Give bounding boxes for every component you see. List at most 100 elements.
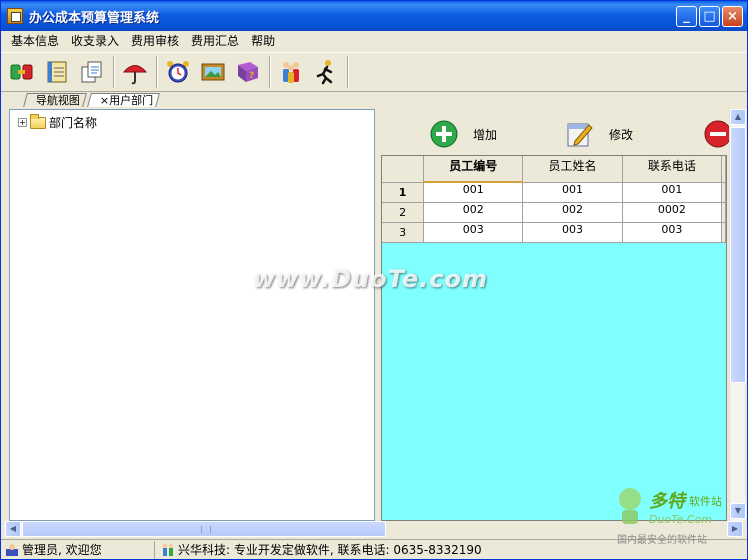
cell-employee-name[interactable]: 001 xyxy=(522,182,623,203)
company-users-icon xyxy=(163,543,173,556)
menu-basic-info[interactable]: 基本信息 xyxy=(5,31,65,51)
column-header-next xyxy=(721,156,726,183)
header-row: 员工编号 员工姓名 联系电话 xyxy=(382,156,726,183)
toolbar-picture-button[interactable] xyxy=(196,55,230,89)
row-number[interactable]: 2 xyxy=(382,202,425,223)
status-user-text: 管理员, 欢迎您 xyxy=(22,543,102,557)
column-header-employee-name[interactable]: 员工姓名 xyxy=(522,156,623,183)
cell-edge xyxy=(721,222,726,243)
toolbar-separator xyxy=(156,56,158,88)
status-company-section: 兴华科技: 专业开发定做软件, 联系电话: 0635-8332190 xyxy=(157,541,486,559)
window-title: 办公成本预算管理系统 xyxy=(29,10,160,26)
toolbar-umbrella-button[interactable] xyxy=(118,55,152,89)
title-bar[interactable]: 办公成本预算管理系统 _ □ × xyxy=(1,1,747,31)
vertical-scrollbar[interactable]: ▲ ▼ xyxy=(729,109,746,521)
status-company-text: 兴华科技: 专业开发定做软件, 联系电话: 0635-8332190 xyxy=(178,543,482,557)
folder-icon xyxy=(30,113,46,129)
view-tabs: 导航视图 ×用户部门 xyxy=(1,93,747,107)
maximize-button[interactable]: □ xyxy=(699,6,720,27)
cell-phone[interactable]: 001 xyxy=(622,182,722,203)
row-number[interactable]: 3 xyxy=(382,222,425,243)
cell-employee-id[interactable]: 002 xyxy=(423,202,524,223)
toolbar-users-button[interactable] xyxy=(274,55,308,89)
toolbar-switch-button[interactable] xyxy=(5,55,39,89)
menu-bar: 基本信息 收支录入 费用审核 费用汇总 帮助 xyxy=(1,31,747,51)
umbrella-icon xyxy=(122,65,148,85)
documents-icon xyxy=(81,61,102,83)
employee-panel: 增加 修改 员工编号 员工姓名 联系电话 1 001 001 001 2 002… xyxy=(379,109,732,521)
cell-employee-name[interactable]: 003 xyxy=(522,222,623,243)
cell-edge xyxy=(721,202,726,223)
cell-phone[interactable]: 003 xyxy=(622,222,722,243)
toolbar-alarm-button[interactable] xyxy=(161,55,195,89)
plus-icon xyxy=(430,120,458,148)
menu-help[interactable]: 帮助 xyxy=(245,31,281,51)
table-row[interactable]: 3 003 003 003 xyxy=(382,222,726,243)
grid-corner xyxy=(382,156,425,183)
toolbar: ? xyxy=(1,52,747,92)
logo-subtitle: 软件站 xyxy=(689,495,722,508)
table-row[interactable]: 2 002 002 0002 xyxy=(382,202,726,223)
employee-table: 员工编号 员工姓名 联系电话 1 001 001 001 2 002 002 0… xyxy=(382,156,726,243)
users-icon xyxy=(283,62,299,83)
alarm-clock-icon xyxy=(167,61,189,83)
notebook-icon xyxy=(47,61,67,83)
tab-navigation-view[interactable]: 导航视图 xyxy=(23,93,87,107)
row-number[interactable]: 1 xyxy=(382,182,425,203)
cell-phone[interactable]: 0002 xyxy=(622,202,722,223)
department-tree[interactable]: + 部门名称 xyxy=(9,109,375,521)
add-button[interactable]: 增加 xyxy=(429,119,497,149)
logo-mascot-icon xyxy=(619,488,641,524)
logo-tagline: 国内最安全的软件站 xyxy=(617,535,707,546)
cell-employee-name[interactable]: 002 xyxy=(522,202,623,223)
scroll-thumb[interactable] xyxy=(730,127,746,383)
logo-name: 多特 xyxy=(649,491,685,512)
expand-icon[interactable]: + xyxy=(18,118,27,127)
toolbar-documents-button[interactable] xyxy=(75,55,109,89)
menu-expense-audit[interactable]: 费用审核 xyxy=(125,31,185,51)
employee-grid[interactable]: 员工编号 员工姓名 联系电话 1 001 001 001 2 002 002 0… xyxy=(381,155,727,521)
edit-button[interactable]: 修改 xyxy=(565,119,633,149)
scroll-up-button[interactable]: ▲ xyxy=(730,109,746,125)
site-watermark: www.DuoTe.com xyxy=(253,265,488,293)
scroll-left-button[interactable]: ◀ xyxy=(5,521,21,537)
svg-text:?: ? xyxy=(249,71,254,81)
switch-icon xyxy=(10,64,33,80)
cell-edge xyxy=(721,182,726,203)
scroll-grip xyxy=(201,526,211,533)
cell-employee-id[interactable]: 003 xyxy=(423,222,524,243)
cell-employee-id[interactable]: 001 xyxy=(423,182,524,203)
horizontal-scrollbar[interactable]: ◀ xyxy=(5,521,386,537)
minimize-button[interactable]: _ xyxy=(676,6,697,27)
tab-user-department[interactable]: ×用户部门 xyxy=(87,93,161,107)
column-header-employee-id[interactable]: 员工编号 xyxy=(423,156,524,183)
app-window: 办公成本预算管理系统 _ □ × 基本信息 收支录入 费用审核 费用汇总 帮助 xyxy=(0,0,748,560)
picture-icon xyxy=(201,63,225,81)
toolbar-help-button[interactable]: ? xyxy=(231,55,265,89)
toolbar-separator xyxy=(347,56,349,88)
status-user-section: 管理员, 欢迎您 xyxy=(1,540,155,559)
toolbar-notebook-button[interactable] xyxy=(40,55,74,89)
menu-income-entry[interactable]: 收支录入 xyxy=(65,31,125,51)
logo-url: DuoTe.Com xyxy=(649,513,712,526)
edit-label: 修改 xyxy=(609,127,634,142)
user-icon xyxy=(6,543,18,556)
exit-runner-icon xyxy=(316,60,333,85)
window-controls: _ □ × xyxy=(676,6,743,27)
toolbar-exit-button[interactable] xyxy=(309,55,343,89)
close-button[interactable]: × xyxy=(722,6,743,27)
edit-pencil-icon xyxy=(567,123,593,147)
toolbar-separator xyxy=(113,56,115,88)
add-label: 增加 xyxy=(473,127,498,142)
toolbar-separator xyxy=(269,56,271,88)
help-book-icon: ? xyxy=(238,62,258,82)
horizontal-scroll-thumb[interactable] xyxy=(22,521,386,537)
tree-node-label: 部门名称 xyxy=(49,116,98,130)
table-row[interactable]: 1 001 001 001 xyxy=(382,182,726,203)
tree-node-department[interactable]: + 部门名称 xyxy=(18,113,98,131)
column-header-phone[interactable]: 联系电话 xyxy=(622,156,722,183)
site-logo-watermark: 多特 软件站 DuoTe.Com 国内最安全的软件站 xyxy=(613,483,743,546)
menu-expense-summary[interactable]: 费用汇总 xyxy=(185,31,245,51)
action-bar: 增加 修改 xyxy=(379,109,732,155)
app-icon xyxy=(7,8,23,24)
